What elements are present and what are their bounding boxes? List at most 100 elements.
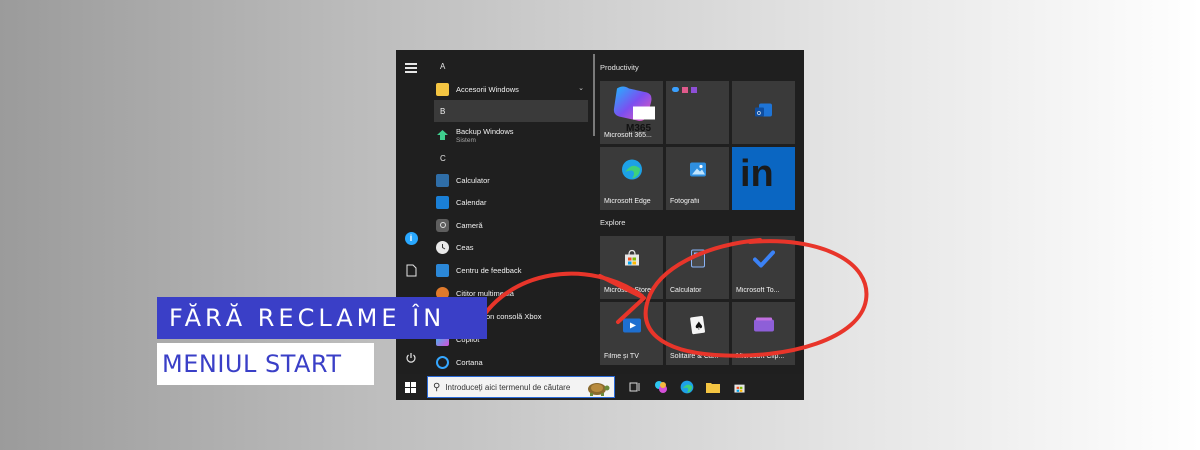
calculator-icon [436,173,449,187]
calculator-icon [690,249,705,273]
tile-microsoft-365[interactable]: M365 Microsoft 365... [600,81,663,144]
task-view-icon [629,382,640,392]
power-button[interactable] [401,348,421,368]
office-mini-icons [672,87,697,93]
folder-icon [706,383,720,393]
onenote-icon [682,87,688,93]
app-sublabel: Sistem [456,136,476,144]
turtle-search-highlight-icon [588,383,610,396]
app-label: Calculator [456,175,490,185]
onedrive-icon [672,87,679,92]
app-accesorii-windows[interactable]: Accesorii Windows ⌄ [434,78,588,100]
copilot-taskbar-button[interactable] [650,374,672,400]
calendar-icon [436,195,449,209]
group-label-explore[interactable]: Explore [600,218,625,227]
tile-microsoft-todo[interactable]: Microsoft To... [732,236,795,299]
letter-header-b-row[interactable]: B [434,100,588,122]
hamburger-menu-button[interactable] [401,58,421,78]
store-icon [733,384,745,393]
tile-calculator[interactable]: Calculator [666,236,729,299]
letter-header-a[interactable]: A [440,62,445,71]
feedback-icon [436,263,449,277]
tile-label: Microsoft Store [604,287,652,294]
tile-label: Microsoft Clip... [736,353,785,360]
folder-icon [436,82,449,96]
tile-movies-tv[interactable]: Filme și TV [600,302,663,365]
start-menu: i A Accesorii Windows ⌄ B Backup Windows… [396,50,804,400]
cortana-icon [436,355,449,369]
copilot-icon [655,381,667,393]
group-label-productivity[interactable]: Productivity [600,63,639,72]
app-backup-windows[interactable]: Backup Windows Sistem [434,123,588,147]
app-cortana[interactable]: Cortana [434,351,588,373]
tile-label: Microsoft 365... [604,132,652,139]
document-icon [406,264,416,276]
teams-icon [691,87,697,93]
svg-text:♠: ♠ [694,320,704,333]
headline-text-line1: FĂRĂ RECLAME ÎN [169,304,446,332]
clock-icon [436,240,449,254]
user-account-button[interactable]: i [401,228,421,248]
app-label: Accesorii Windows [456,84,519,94]
app-clock[interactable]: Ceas [434,236,588,258]
start-button[interactable] [396,374,424,400]
hamburger-icon [405,67,417,69]
app-camera[interactable]: Cameră [434,214,588,236]
tile-label: Filme și TV [604,353,639,360]
tile-area: Productivity M365 Microsoft 365... o Mic… [600,50,804,374]
taskbar-search-box[interactable]: ⚲ Introduceți aici termenul de căutare [427,376,615,398]
app-label: Ceas [456,242,474,252]
app-label: Centru de feedback [456,265,522,275]
tile-label: Microsoft To... [736,287,780,294]
headline-text-line2: MENIUL START [162,350,342,378]
solitaire-icon: ♠ [689,315,707,340]
app-list-scrollbar[interactable] [593,54,595,136]
search-placeholder: Introduceți aici termenul de căutare [445,382,571,392]
app-calculator[interactable]: Calculator [434,169,588,191]
tile-solitaire[interactable]: ♠ Solitaire & Ca... [666,302,729,365]
outlook-icon: o [754,101,774,124]
tile-outlook[interactable]: o [732,81,795,144]
store-taskbar-button[interactable] [728,374,750,400]
chevron-down-icon: ⌄ [578,85,584,92]
letter-header-c[interactable]: C [440,154,446,163]
linkedin-logo: in [740,153,774,195]
movies-icon [622,316,642,339]
windows-logo-icon [404,381,416,393]
tile-microsoft-edge[interactable]: Microsoft Edge [600,147,663,210]
photos-icon [689,162,707,183]
app-name: Backup Windows [456,126,514,136]
tile-clipchamp[interactable]: Microsoft Clip... [732,302,795,365]
documents-button[interactable] [401,260,421,280]
tile-label: Calculator [670,287,702,294]
user-icon: i [404,231,418,245]
search-icon: ⚲ [433,381,441,393]
tile-label: Microsoft Edge [604,198,651,205]
power-icon [406,353,416,363]
headline-banner-line2: MENIUL START [157,343,374,385]
edge-icon [621,159,643,186]
edge-taskbar-button[interactable] [676,374,698,400]
tile-office-apps-folder[interactable] [666,81,729,144]
app-calendar[interactable]: Calendar [434,191,588,213]
todo-icon [752,250,775,273]
svg-text:o: o [757,110,761,117]
task-view-button[interactable] [624,374,646,400]
app-feedback-hub[interactable]: Centru de feedback [434,259,588,281]
file-explorer-taskbar-button[interactable] [702,374,724,400]
tile-microsoft-store[interactable]: Microsoft Store [600,236,663,299]
headline-banner-line1: FĂRĂ RECLAME ÎN [157,297,487,339]
tile-photos[interactable]: Fotografii [666,147,729,210]
clipchamp-icon [753,317,775,338]
tile-label: Fotografii [670,198,700,205]
hamburger-icon [405,71,417,73]
tile-label: Solitaire & Ca... [670,353,719,360]
app-label: Cameră [456,220,483,230]
tile-linkedin[interactable]: in [732,147,795,210]
taskbar: ⚲ Introduceți aici termenul de căutare [396,374,804,400]
camera-icon [436,218,449,232]
hamburger-icon [405,63,417,65]
app-label: Calendar [456,197,487,207]
app-label: Cortana [456,357,483,367]
edge-icon [680,380,694,394]
